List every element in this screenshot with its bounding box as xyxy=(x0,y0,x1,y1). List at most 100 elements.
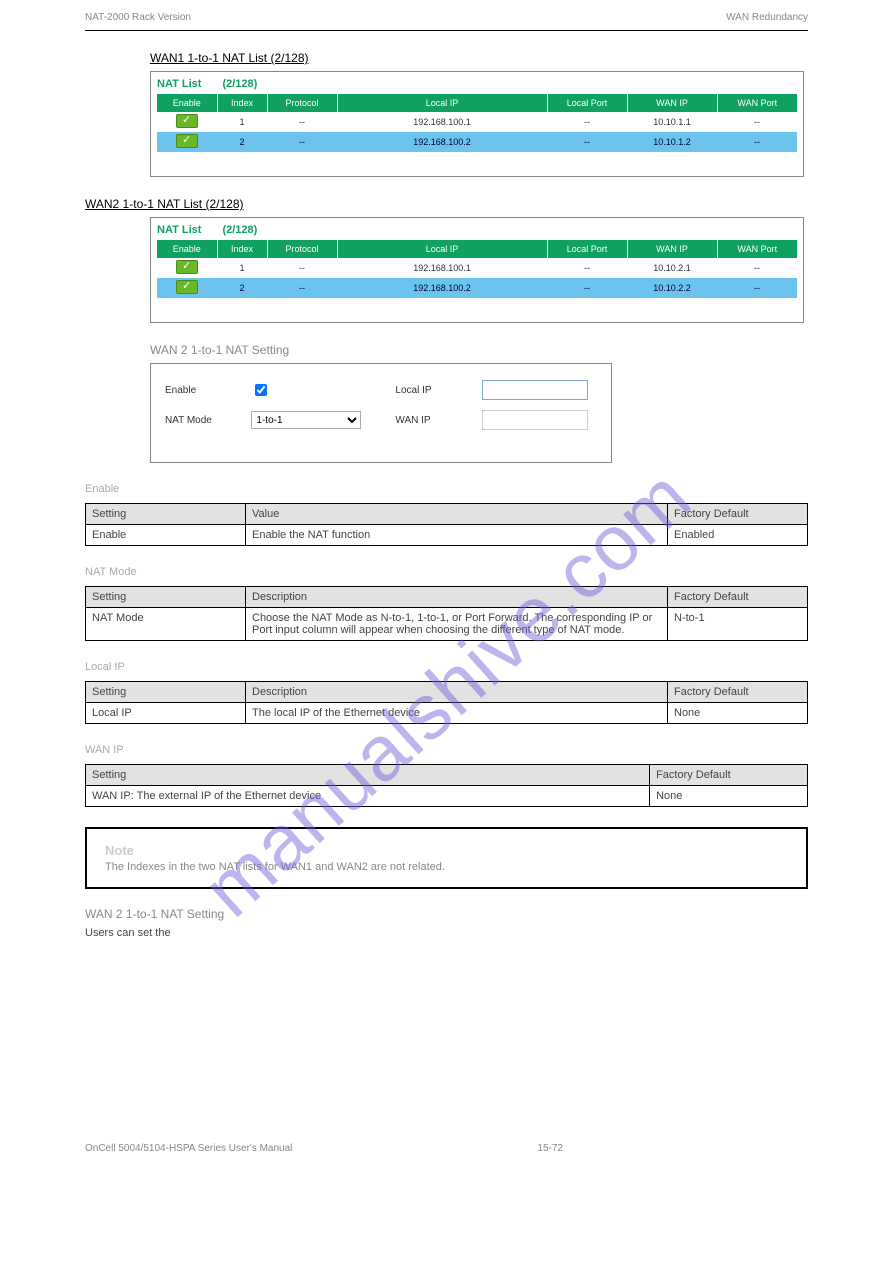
cell-index: 2 xyxy=(217,278,267,298)
nat-mode-label: NAT Mode xyxy=(165,415,251,426)
spec-head-default: Factory Default xyxy=(668,682,808,703)
top-divider xyxy=(85,30,808,31)
spec-head-default: Factory Default xyxy=(668,587,808,608)
nat-list-label: NAT List xyxy=(157,224,201,236)
cell-wan-ip: 10.10.1.1 xyxy=(627,112,717,132)
header-section: WAN Redundancy xyxy=(726,12,808,23)
col-enable: Enable xyxy=(157,94,217,112)
spec-cell: N-to-1 xyxy=(668,608,808,641)
spec-cell: Choose the NAT Mode as N-to-1, 1-to-1, o… xyxy=(246,608,668,641)
enable-check-icon[interactable] xyxy=(176,260,198,274)
col-index: Index xyxy=(217,94,267,112)
cell-wan-port: -- xyxy=(717,278,797,298)
spec-head-default: Factory Default xyxy=(650,765,808,786)
header-product: NAT-2000 Rack Version xyxy=(85,12,191,23)
cell-local-port: -- xyxy=(547,278,627,298)
spec-table-enable: Setting Value Factory Default Enable Ena… xyxy=(85,503,808,546)
enable-check-icon[interactable] xyxy=(176,134,198,148)
localip-spec-label: Local IP xyxy=(85,661,808,673)
nat-list-count: (2/128) xyxy=(222,78,257,90)
spec-cell: NAT Mode xyxy=(86,608,246,641)
cell-protocol: -- xyxy=(267,112,337,132)
col-local-ip: Local IP xyxy=(337,240,547,258)
wan2-settings-heading: WAN 2 1-to-1 NAT Setting xyxy=(150,343,808,357)
nat-list-title: NAT List (2/128) xyxy=(157,224,797,236)
table-row[interactable]: 2 -- 192.168.100.2 -- 10.10.2.2 -- xyxy=(157,278,797,298)
wan2-nat-table: Enable Index Protocol Local IP Local Por… xyxy=(157,240,797,298)
wan1-nat-heading: WAN1 1-to-1 NAT List (2/128) xyxy=(150,51,808,65)
spec-head-desc: Description xyxy=(246,682,668,703)
spec-head-default: Factory Default xyxy=(668,504,808,525)
spec-cell: None xyxy=(668,703,808,724)
cell-protocol: -- xyxy=(267,258,337,278)
footer-page-number: 15-72 xyxy=(292,1143,808,1154)
cell-local-ip: 192.168.100.2 xyxy=(337,278,547,298)
cell-local-ip: 192.168.100.1 xyxy=(337,112,547,132)
col-enable: Enable xyxy=(157,240,217,258)
col-local-port: Local Port xyxy=(547,240,627,258)
enable-spec-label: Enable xyxy=(85,483,808,495)
cell-wan-port: -- xyxy=(717,112,797,132)
table-header-row: Enable Index Protocol Local IP Local Por… xyxy=(157,94,797,112)
spec-head-setting: Setting xyxy=(86,504,246,525)
spec-cell: The local IP of the Ethernet device xyxy=(246,703,668,724)
spec-head-setting: Setting xyxy=(86,682,246,703)
spec-cell: Enable the NAT function xyxy=(246,525,668,546)
enable-check-icon[interactable] xyxy=(176,280,198,294)
cell-wan-ip: 10.10.1.2 xyxy=(627,132,717,152)
wanip-spec-label: WAN IP xyxy=(85,744,808,756)
cell-local-port: -- xyxy=(547,132,627,152)
cell-wan-ip: 10.10.2.1 xyxy=(627,258,717,278)
nat-list-title: NAT List (2/128) xyxy=(157,78,797,90)
table-row[interactable]: 1 -- 192.168.100.1 -- 10.10.1.1 -- xyxy=(157,112,797,132)
spec-table-localip: Setting Description Factory Default Loca… xyxy=(85,681,808,724)
cell-index: 2 xyxy=(217,132,267,152)
spec-cell: Enable xyxy=(86,525,246,546)
local-ip-input[interactable] xyxy=(482,380,588,400)
col-wan-ip: WAN IP xyxy=(627,240,717,258)
wan-ip-input[interactable] xyxy=(482,410,588,430)
col-protocol: Protocol xyxy=(267,94,337,112)
table-row[interactable]: 1 -- 192.168.100.1 -- 10.10.2.1 -- xyxy=(157,258,797,278)
cell-index: 1 xyxy=(217,258,267,278)
spec-head-setting: Setting xyxy=(86,765,650,786)
cell-protocol: -- xyxy=(267,278,337,298)
enable-checkbox[interactable] xyxy=(255,384,267,396)
spec-head-desc: Description xyxy=(246,587,668,608)
col-local-port: Local Port xyxy=(547,94,627,112)
col-local-ip: Local IP xyxy=(337,94,547,112)
note-text: The Indexes in the two NAT lists for WAN… xyxy=(105,861,445,873)
nat-list-label: NAT List xyxy=(157,78,201,90)
note-label: Note xyxy=(105,843,134,858)
spec-cell: Local IP xyxy=(86,703,246,724)
wan-ip-label: WAN IP xyxy=(395,415,481,426)
col-wan-port: WAN Port xyxy=(717,240,797,258)
footer-left: OnCell 5004/5104-HSPA Series User's Manu… xyxy=(85,1143,292,1154)
spec-head-setting: Setting xyxy=(86,587,246,608)
cell-wan-port: -- xyxy=(717,258,797,278)
wan2-nat-heading: WAN2 1-to-1 NAT List (2/128) xyxy=(85,197,808,211)
cell-local-ip: 192.168.100.1 xyxy=(337,258,547,278)
page-footer: OnCell 5004/5104-HSPA Series User's Manu… xyxy=(85,1139,808,1154)
spec-table-natmode: Setting Description Factory Default NAT … xyxy=(85,586,808,641)
enable-check-icon[interactable] xyxy=(176,114,198,128)
cell-wan-ip: 10.10.2.2 xyxy=(627,278,717,298)
table-header-row: Enable Index Protocol Local IP Local Por… xyxy=(157,240,797,258)
spec-cell: Enabled xyxy=(668,525,808,546)
cell-wan-port: -- xyxy=(717,132,797,152)
wan2-nat-list-panel: NAT List (2/128) Enable Index Protocol L… xyxy=(150,217,804,323)
nat-list-count: (2/128) xyxy=(222,224,257,236)
cell-local-ip: 192.168.100.2 xyxy=(337,132,547,152)
nat-mode-select[interactable]: 1-to-1 xyxy=(251,411,361,429)
enable-label: Enable xyxy=(165,385,251,396)
duplicate-body-text: Users can set the xyxy=(85,927,808,939)
spec-cell: None xyxy=(650,786,808,807)
spec-cell: WAN IP: The external IP of the Ethernet … xyxy=(86,786,650,807)
col-wan-port: WAN Port xyxy=(717,94,797,112)
wan1-nat-list-panel: NAT List (2/128) Enable Index Protocol L… xyxy=(150,71,804,177)
cell-protocol: -- xyxy=(267,132,337,152)
col-index: Index xyxy=(217,240,267,258)
table-row[interactable]: 2 -- 192.168.100.2 -- 10.10.1.2 -- xyxy=(157,132,797,152)
col-wan-ip: WAN IP xyxy=(627,94,717,112)
nat-settings-panel: Enable Local IP NAT Mode 1-to-1 WAN IP xyxy=(150,363,612,463)
